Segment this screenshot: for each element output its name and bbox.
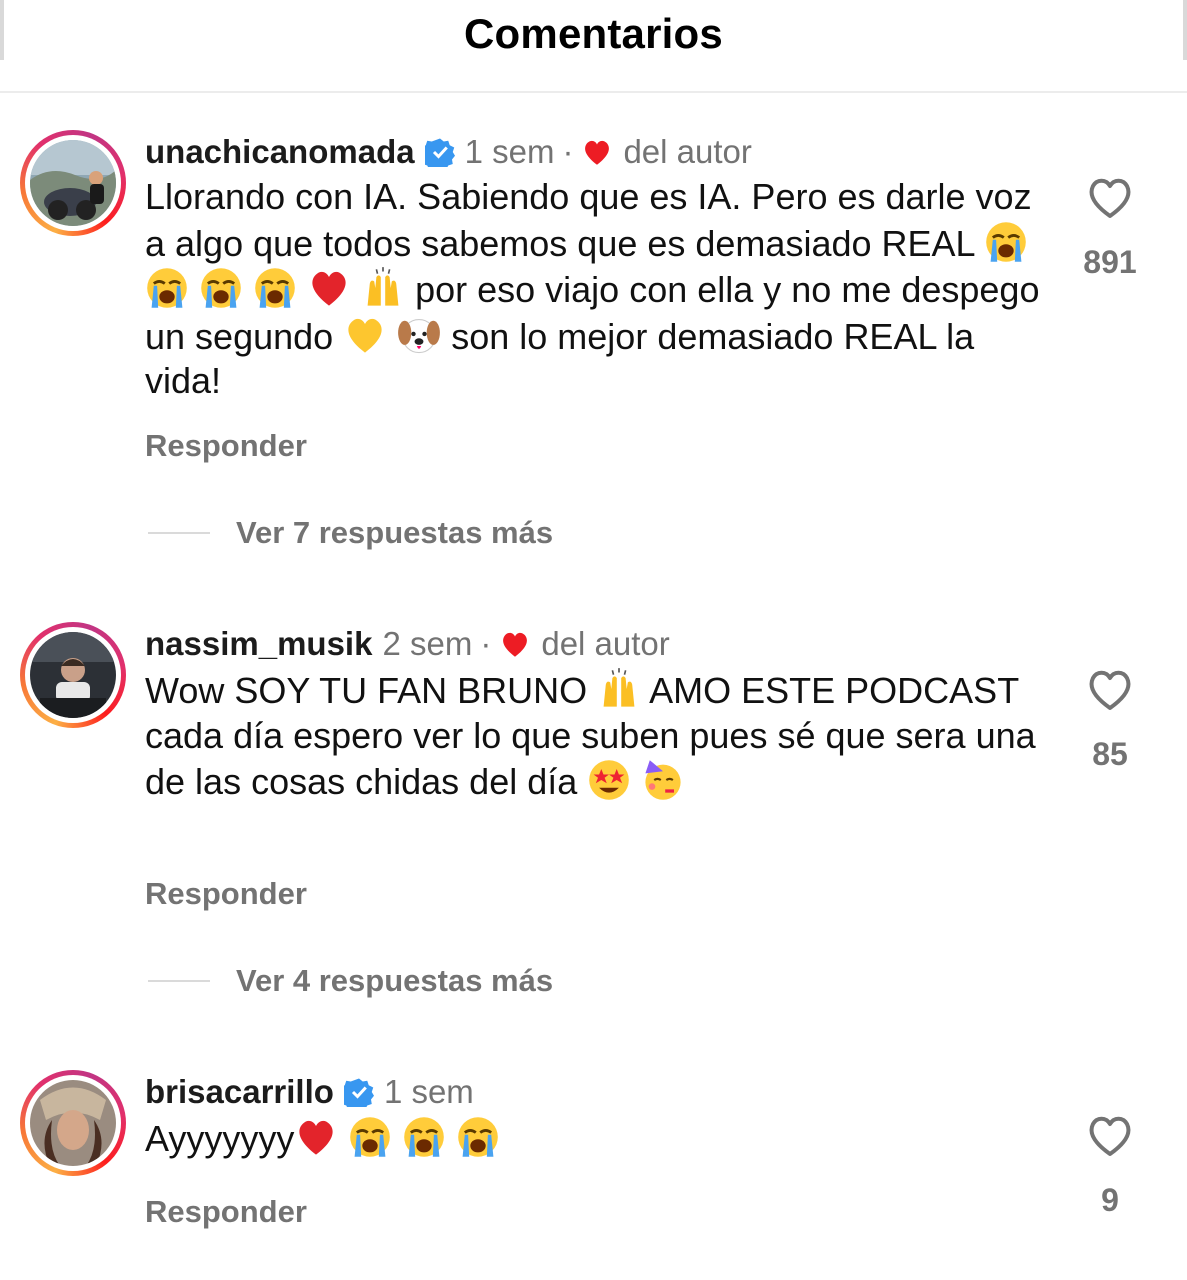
avatar-story-ring[interactable]	[20, 130, 126, 236]
username[interactable]: brisacarrillo	[145, 1073, 334, 1111]
comment-text: Llorando con IA. Sabiendo que es IA. Per…	[145, 176, 1040, 401]
comment-text: Ayyyyyyy	[145, 1115, 1045, 1162]
yellow-heart-emoji	[348, 318, 382, 353]
heart-outline-icon[interactable]	[1085, 666, 1135, 712]
comment-text: Wow SOY TU FAN BRUNO AMO ESTE PODCAST ca…	[145, 667, 1045, 805]
view-more-replies[interactable]: Ver 7 respuestas más	[148, 513, 553, 553]
loudly-crying-face-emoji	[145, 266, 189, 310]
separator: ·	[480, 625, 492, 662]
author-liked-label: del autor	[623, 133, 752, 170]
verified-badge-icon	[343, 1078, 374, 1107]
avatar	[30, 1080, 116, 1166]
loudly-crying-face-emoji	[199, 266, 243, 310]
raising-hands-emoji	[366, 266, 400, 307]
reply-button[interactable]: Responder	[145, 1194, 307, 1230]
heart-filled-icon	[503, 632, 528, 657]
loudly-crying-face-emoji	[403, 1115, 446, 1159]
like-count: 891	[1083, 244, 1137, 280]
like-count: 9	[1101, 1182, 1119, 1218]
partying-face-emoji	[644, 758, 683, 802]
raising-hands-emoji	[602, 667, 636, 708]
view-more-replies[interactable]: Ver 4 respuestas más	[148, 961, 553, 1001]
avatar-story-ring[interactable]	[20, 622, 126, 728]
avatar-story-ring[interactable]	[20, 1070, 126, 1176]
dog-face-emoji	[397, 318, 441, 353]
verified-badge-icon	[424, 138, 455, 167]
comment-meta: nassim_musik 2 sem · del autor	[145, 622, 670, 666]
comment-time: 1 sem	[383, 1073, 474, 1110]
avatar	[30, 632, 116, 718]
username[interactable]: unachicanomada	[145, 133, 415, 171]
red-heart-emoji	[299, 1120, 333, 1155]
username[interactable]: nassim_musik	[145, 625, 372, 663]
loudly-crying-face-emoji	[253, 266, 297, 310]
avatar	[30, 140, 116, 226]
comment-time: 2 sem	[382, 625, 473, 662]
like-count: 85	[1092, 736, 1128, 772]
reply-button[interactable]: Responder	[145, 876, 307, 912]
comment-time: 1 sem	[464, 133, 555, 170]
reply-button[interactable]: Responder	[145, 428, 307, 464]
heart-outline-icon[interactable]	[1085, 174, 1135, 220]
author-liked-label: del autor	[541, 625, 670, 662]
comments-header: Comentarios	[0, 0, 1187, 93]
star-struck-emoji	[589, 760, 630, 800]
divider	[148, 532, 210, 534]
loudly-crying-face-emoji	[985, 220, 1028, 263]
page-title: Comentarios	[464, 10, 723, 57]
heart-filled-icon	[585, 140, 610, 165]
divider	[148, 980, 210, 982]
comment-meta: unachicanomada 1 sem · del autor	[145, 130, 752, 174]
separator: ·	[562, 133, 574, 170]
loudly-crying-face-emoji	[457, 1115, 500, 1159]
heart-outline-icon[interactable]	[1085, 1112, 1135, 1158]
red-heart-emoji	[312, 271, 346, 306]
loudly-crying-face-emoji	[349, 1115, 392, 1159]
comment-meta: brisacarrillo 1 sem	[145, 1070, 474, 1114]
